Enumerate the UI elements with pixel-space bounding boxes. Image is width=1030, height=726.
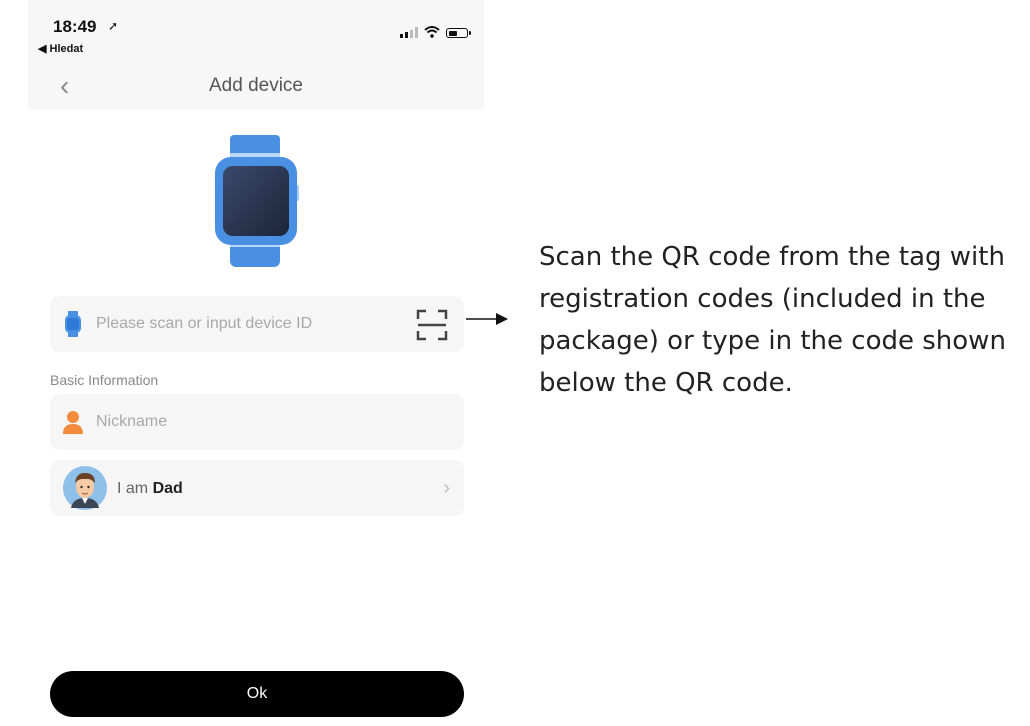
watch-small-icon [65,311,81,337]
nickname-field[interactable]: Nickname [50,394,464,450]
device-id-input[interactable]: Please scan or input device ID [96,315,312,333]
location-arrow-icon: ➚ [108,19,119,33]
wifi-icon [424,26,440,38]
back-to-app-link[interactable]: ◀ Hledat [38,42,83,55]
smartwatch-illustration [215,135,299,267]
role-value: Dad [152,480,183,497]
status-bar: 18:49 ➚ ◀ Hledat [28,0,484,62]
status-time: 18:49 [53,17,97,36]
qr-scan-icon[interactable] [416,309,448,341]
role-selector[interactable]: I am Dad › [50,460,464,516]
phone-screen: 18:49 ➚ ◀ Hledat ‹ Add device Please sca… [28,0,484,726]
signal-icon [400,27,418,38]
page-title: Add device [208,75,303,96]
status-icons [400,26,471,38]
section-label-basic-info: Basic Information [50,372,159,388]
arrow-right-icon [466,313,508,325]
instruction-annotation: Scan the QR code from the tag with regis… [539,242,1006,398]
nav-bar: ‹ Add device [28,62,484,110]
device-id-field[interactable]: Please scan or input device ID [50,296,464,352]
nickname-input[interactable]: Nickname [96,413,167,431]
dad-avatar-icon [63,466,107,510]
battery-icon [446,28,471,38]
person-icon [63,411,83,434]
ok-button[interactable]: Ok [50,671,464,717]
role-label: I am Dad [117,480,183,497]
chevron-right-icon: › [443,477,450,499]
